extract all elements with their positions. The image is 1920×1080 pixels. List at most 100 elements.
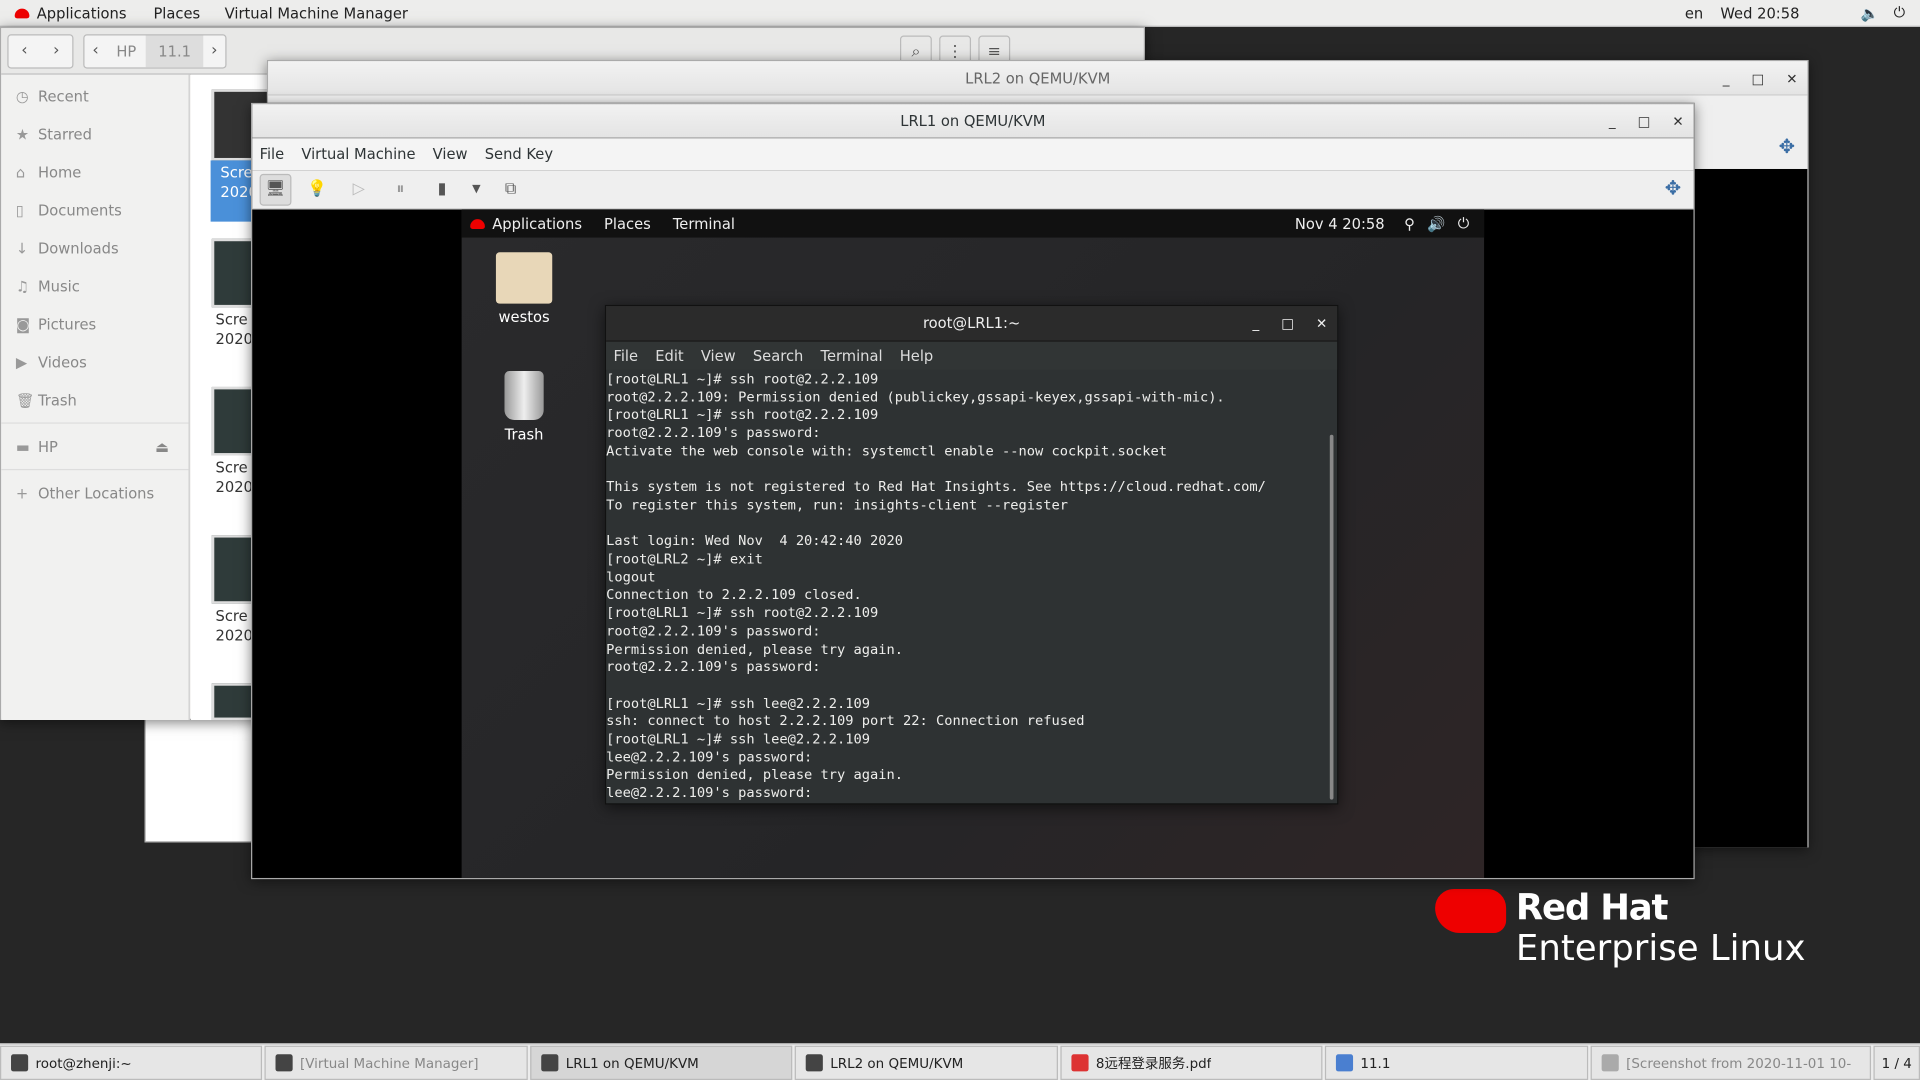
clock-icon: ◷ — [15, 87, 29, 105]
menu-edit[interactable]: Edit — [655, 347, 683, 364]
terminal-window: root@LRL1:~ _ □ ✕ File Edit View Search Te… — [604, 304, 1339, 805]
taskbar-item-label: LRL1 on QEMU/KVM — [565, 1054, 699, 1071]
vm-icon — [805, 1054, 823, 1072]
volume-icon[interactable]: 🔈 — [1861, 4, 1879, 21]
taskbar-item[interactable]: LRL2 on QEMU/KVM — [794, 1045, 1058, 1080]
menu-virtual-machine[interactable]: Virtual Machine — [301, 146, 415, 163]
network-icon[interactable]: ⚲ — [1404, 215, 1415, 232]
terminal-line: Permission denied, please try again. — [606, 641, 904, 657]
menu-file[interactable]: File — [613, 347, 638, 364]
redhat-icon — [470, 218, 485, 229]
menu-view[interactable]: View — [433, 146, 468, 163]
menu-search[interactable]: Search — [753, 347, 803, 364]
guest-places-menu[interactable]: Places — [604, 215, 651, 232]
close-button[interactable]: ✕ — [1672, 113, 1683, 129]
fullscreen-icon[interactable]: ✥ — [1779, 135, 1795, 158]
taskbar-item[interactable]: root@zhenji:~ — [0, 1045, 263, 1080]
sidebar-item-starred[interactable]: ★ Starred — [1, 115, 188, 153]
document-icon — [1335, 1054, 1354, 1072]
console-view-icon[interactable]: 🖥 — [259, 173, 292, 206]
run-icon[interactable]: ▷ — [343, 173, 375, 205]
terminal-menu: File Edit View Search Terminal Help — [606, 341, 1338, 370]
terminal-line: This system is not registered to Red Hat… — [606, 479, 1266, 495]
taskbar-item[interactable]: 11.1 — [1324, 1045, 1589, 1080]
path-hp[interactable]: HP — [107, 42, 147, 59]
redhat-logo — [1435, 888, 1507, 934]
maximize-button[interactable]: □ — [1751, 70, 1764, 86]
minimize-button[interactable]: _ — [1253, 316, 1260, 332]
app-menu[interactable]: Virtual Machine Manager — [225, 4, 408, 21]
sidebar-item-videos[interactable]: ▶ Videos — [1, 343, 188, 381]
power-icon[interactable]: ⏻ — [1458, 214, 1470, 232]
power-icon[interactable]: ⏻ — [1894, 4, 1906, 22]
scrollbar[interactable] — [1329, 434, 1334, 800]
close-button[interactable]: ✕ — [1786, 70, 1797, 86]
guest-clock[interactable]: Nov 4 20:58 — [1295, 215, 1385, 232]
terminal-titlebar[interactable]: root@LRL1:~ _ □ ✕ — [606, 306, 1338, 342]
sidebar-item-trash[interactable]: 🗑 Trash — [1, 381, 188, 419]
clock[interactable]: Wed 20:58 — [1720, 4, 1799, 21]
maximize-button[interactable]: □ — [1638, 113, 1651, 129]
fullscreen-icon[interactable]: ✥ — [1665, 176, 1681, 199]
details-lightbulb-icon[interactable]: 💡 — [301, 173, 333, 205]
document-icon: ▯ — [15, 201, 25, 219]
menu-help[interactable]: Help — [900, 347, 934, 364]
back-button[interactable]: ‹ — [9, 35, 41, 67]
sidebar-item-pictures[interactable]: ◙ Pictures — [1, 305, 188, 343]
sidebar-item-music[interactable]: ♫ Music — [1, 267, 188, 305]
path-right-icon[interactable]: › — [203, 35, 225, 67]
eject-icon[interactable]: ⏏ — [155, 438, 169, 455]
home-icon: ⌂ — [15, 163, 26, 181]
volume-icon[interactable]: 🔊 — [1427, 215, 1445, 232]
download-icon: ↓ — [15, 239, 29, 257]
taskbar-item[interactable]: [Virtual Machine Manager] — [264, 1045, 528, 1080]
camera-icon: ◙ — [15, 315, 31, 333]
folder-icon[interactable] — [495, 252, 553, 304]
shutdown-dropdown-icon[interactable]: ▼ — [468, 173, 485, 205]
terminal-line: ssh: connect to host 2.2.2.109 port 22: … — [606, 713, 1085, 730]
desktop-icon-trash[interactable]: Trash — [486, 426, 562, 443]
terminal-line: [root@LRL1 ~]# ssh lee@2.2.2.109 — [606, 695, 871, 712]
sidebar-item-documents[interactable]: ▯ Documents — [1, 191, 188, 229]
taskbar-item-label: [Virtual Machine Manager] — [300, 1054, 479, 1071]
places-menu[interactable]: Places — [153, 4, 200, 21]
vm-icon — [541, 1054, 559, 1072]
path-current[interactable]: 11.1 — [146, 34, 204, 67]
sidebar-item-home[interactable]: ⌂ Home — [1, 153, 188, 191]
terminal-line: root@2.2.2.109's password: — [606, 659, 821, 676]
sidebar-item-recent[interactable]: ◷ Recent — [1, 77, 188, 115]
minimize-button[interactable]: _ — [1723, 70, 1730, 86]
forward-button[interactable]: › — [40, 35, 72, 67]
taskbar-item[interactable]: [Screenshot from 2020-11-01 10- — [1590, 1045, 1872, 1080]
workspace-switcher[interactable]: 1 / 4 — [1873, 1045, 1920, 1080]
taskbar-item[interactable]: LRL1 on QEMU/KVM — [530, 1045, 793, 1080]
terminal-output[interactable]: [root@LRL1 ~]# ssh root@2.2.2.109 root@2.… — [606, 370, 1337, 803]
taskbar-item[interactable]: 8远程登录服务.pdf — [1060, 1045, 1323, 1080]
sidebar-item-downloads[interactable]: ↓ Downloads — [1, 229, 188, 267]
lrl2-titlebar[interactable]: LRL2 on QEMU/KVM _ □ ✕ — [268, 61, 1808, 96]
music-icon: ♫ — [15, 277, 30, 295]
guest-app-menu[interactable]: Terminal — [673, 215, 735, 232]
menu-file[interactable]: File — [260, 146, 285, 163]
maximize-button[interactable]: □ — [1281, 316, 1294, 332]
minimize-button[interactable]: _ — [1609, 113, 1616, 129]
menu-terminal[interactable]: Terminal — [820, 347, 882, 364]
terminal-line: Permission denied, please try again. — [606, 767, 904, 784]
menu-send-key[interactable]: Send Key — [485, 146, 553, 163]
sidebar-item-hp[interactable]: ▬ HP ⏏ — [1, 427, 188, 465]
terminal-line: [root@LRL2 ~]# exit — [606, 551, 763, 567]
desktop-icon-westos[interactable]: westos — [486, 309, 562, 326]
lrl1-titlebar[interactable]: LRL1 on QEMU/KVM _ □ ✕ — [252, 104, 1694, 139]
sidebar-item-other-locations[interactable]: + Other Locations — [1, 474, 188, 512]
shutdown-icon[interactable]: ▮ — [426, 173, 458, 205]
menu-view[interactable]: View — [701, 347, 736, 364]
guest-applications-menu[interactable]: Applications — [492, 215, 582, 232]
pause-icon[interactable]: ⏸ — [384, 173, 416, 205]
close-button[interactable]: ✕ — [1316, 316, 1327, 332]
trash-icon[interactable] — [504, 371, 544, 421]
snapshots-icon[interactable]: ⧉ — [495, 173, 527, 205]
path-left-icon[interactable]: ‹ — [84, 35, 106, 67]
language-indicator[interactable]: en — [1685, 4, 1703, 21]
applications-menu[interactable]: Applications — [37, 4, 127, 21]
